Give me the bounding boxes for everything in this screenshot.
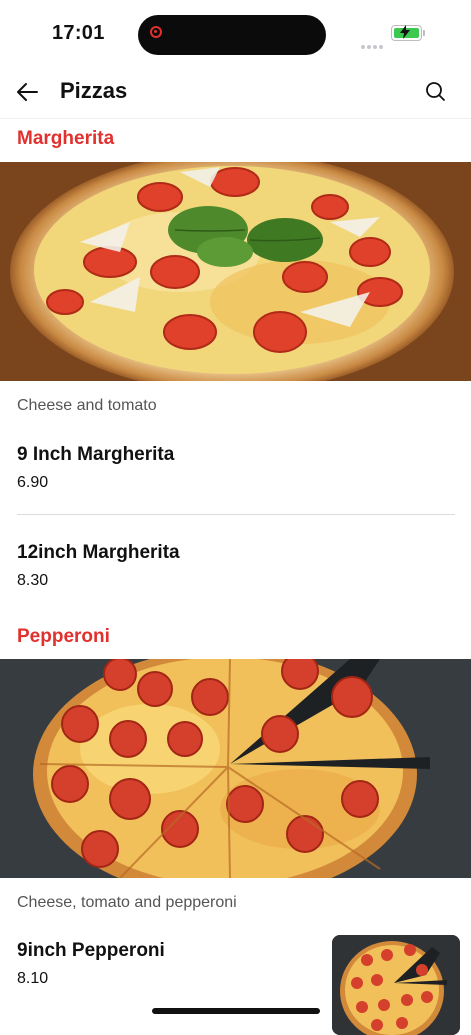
- top-navigation-bar: Pizzas: [0, 66, 471, 119]
- recording-icon: [150, 26, 162, 38]
- back-arrow-icon: [17, 83, 38, 101]
- search-button[interactable]: [422, 78, 450, 106]
- pepperoni-image[interactable]: [0, 659, 471, 878]
- status-bar: 17:01: [0, 0, 471, 66]
- menu-item-12inch-margherita[interactable]: 12inch Margherita 8.30: [0, 532, 471, 612]
- item-name: 12inch Margherita: [17, 542, 180, 563]
- back-button[interactable]: [14, 78, 42, 106]
- status-time: 17:01: [52, 22, 105, 44]
- item-price: 8.30: [17, 572, 49, 589]
- section-description-pepperoni: Cheese, tomato and pepperoni: [17, 894, 237, 911]
- menu-item-9-inch-margherita[interactable]: 9 Inch Margherita 6.90: [0, 432, 471, 512]
- home-indicator[interactable]: [152, 1008, 320, 1014]
- item-price: 8.10: [17, 970, 49, 987]
- dynamic-island: [138, 15, 326, 55]
- item-price: 6.90: [17, 474, 49, 491]
- item-name: 9 Inch Margherita: [17, 444, 175, 465]
- item-divider: [17, 514, 455, 515]
- signal-icon: [361, 36, 385, 49]
- section-description-margherita: Cheese and tomato: [17, 397, 157, 414]
- section-title-pepperoni: Pepperoni: [17, 626, 110, 647]
- battery-tip: [423, 30, 425, 36]
- page-title: Pizzas: [60, 78, 128, 103]
- item-name: 9inch Pepperoni: [17, 940, 165, 961]
- search-icon: [426, 82, 445, 101]
- pepperoni-thumbnail[interactable]: [332, 935, 460, 1035]
- section-title-margherita: Margherita: [17, 128, 115, 149]
- battery-icon: [391, 25, 422, 41]
- margherita-image[interactable]: [0, 162, 471, 381]
